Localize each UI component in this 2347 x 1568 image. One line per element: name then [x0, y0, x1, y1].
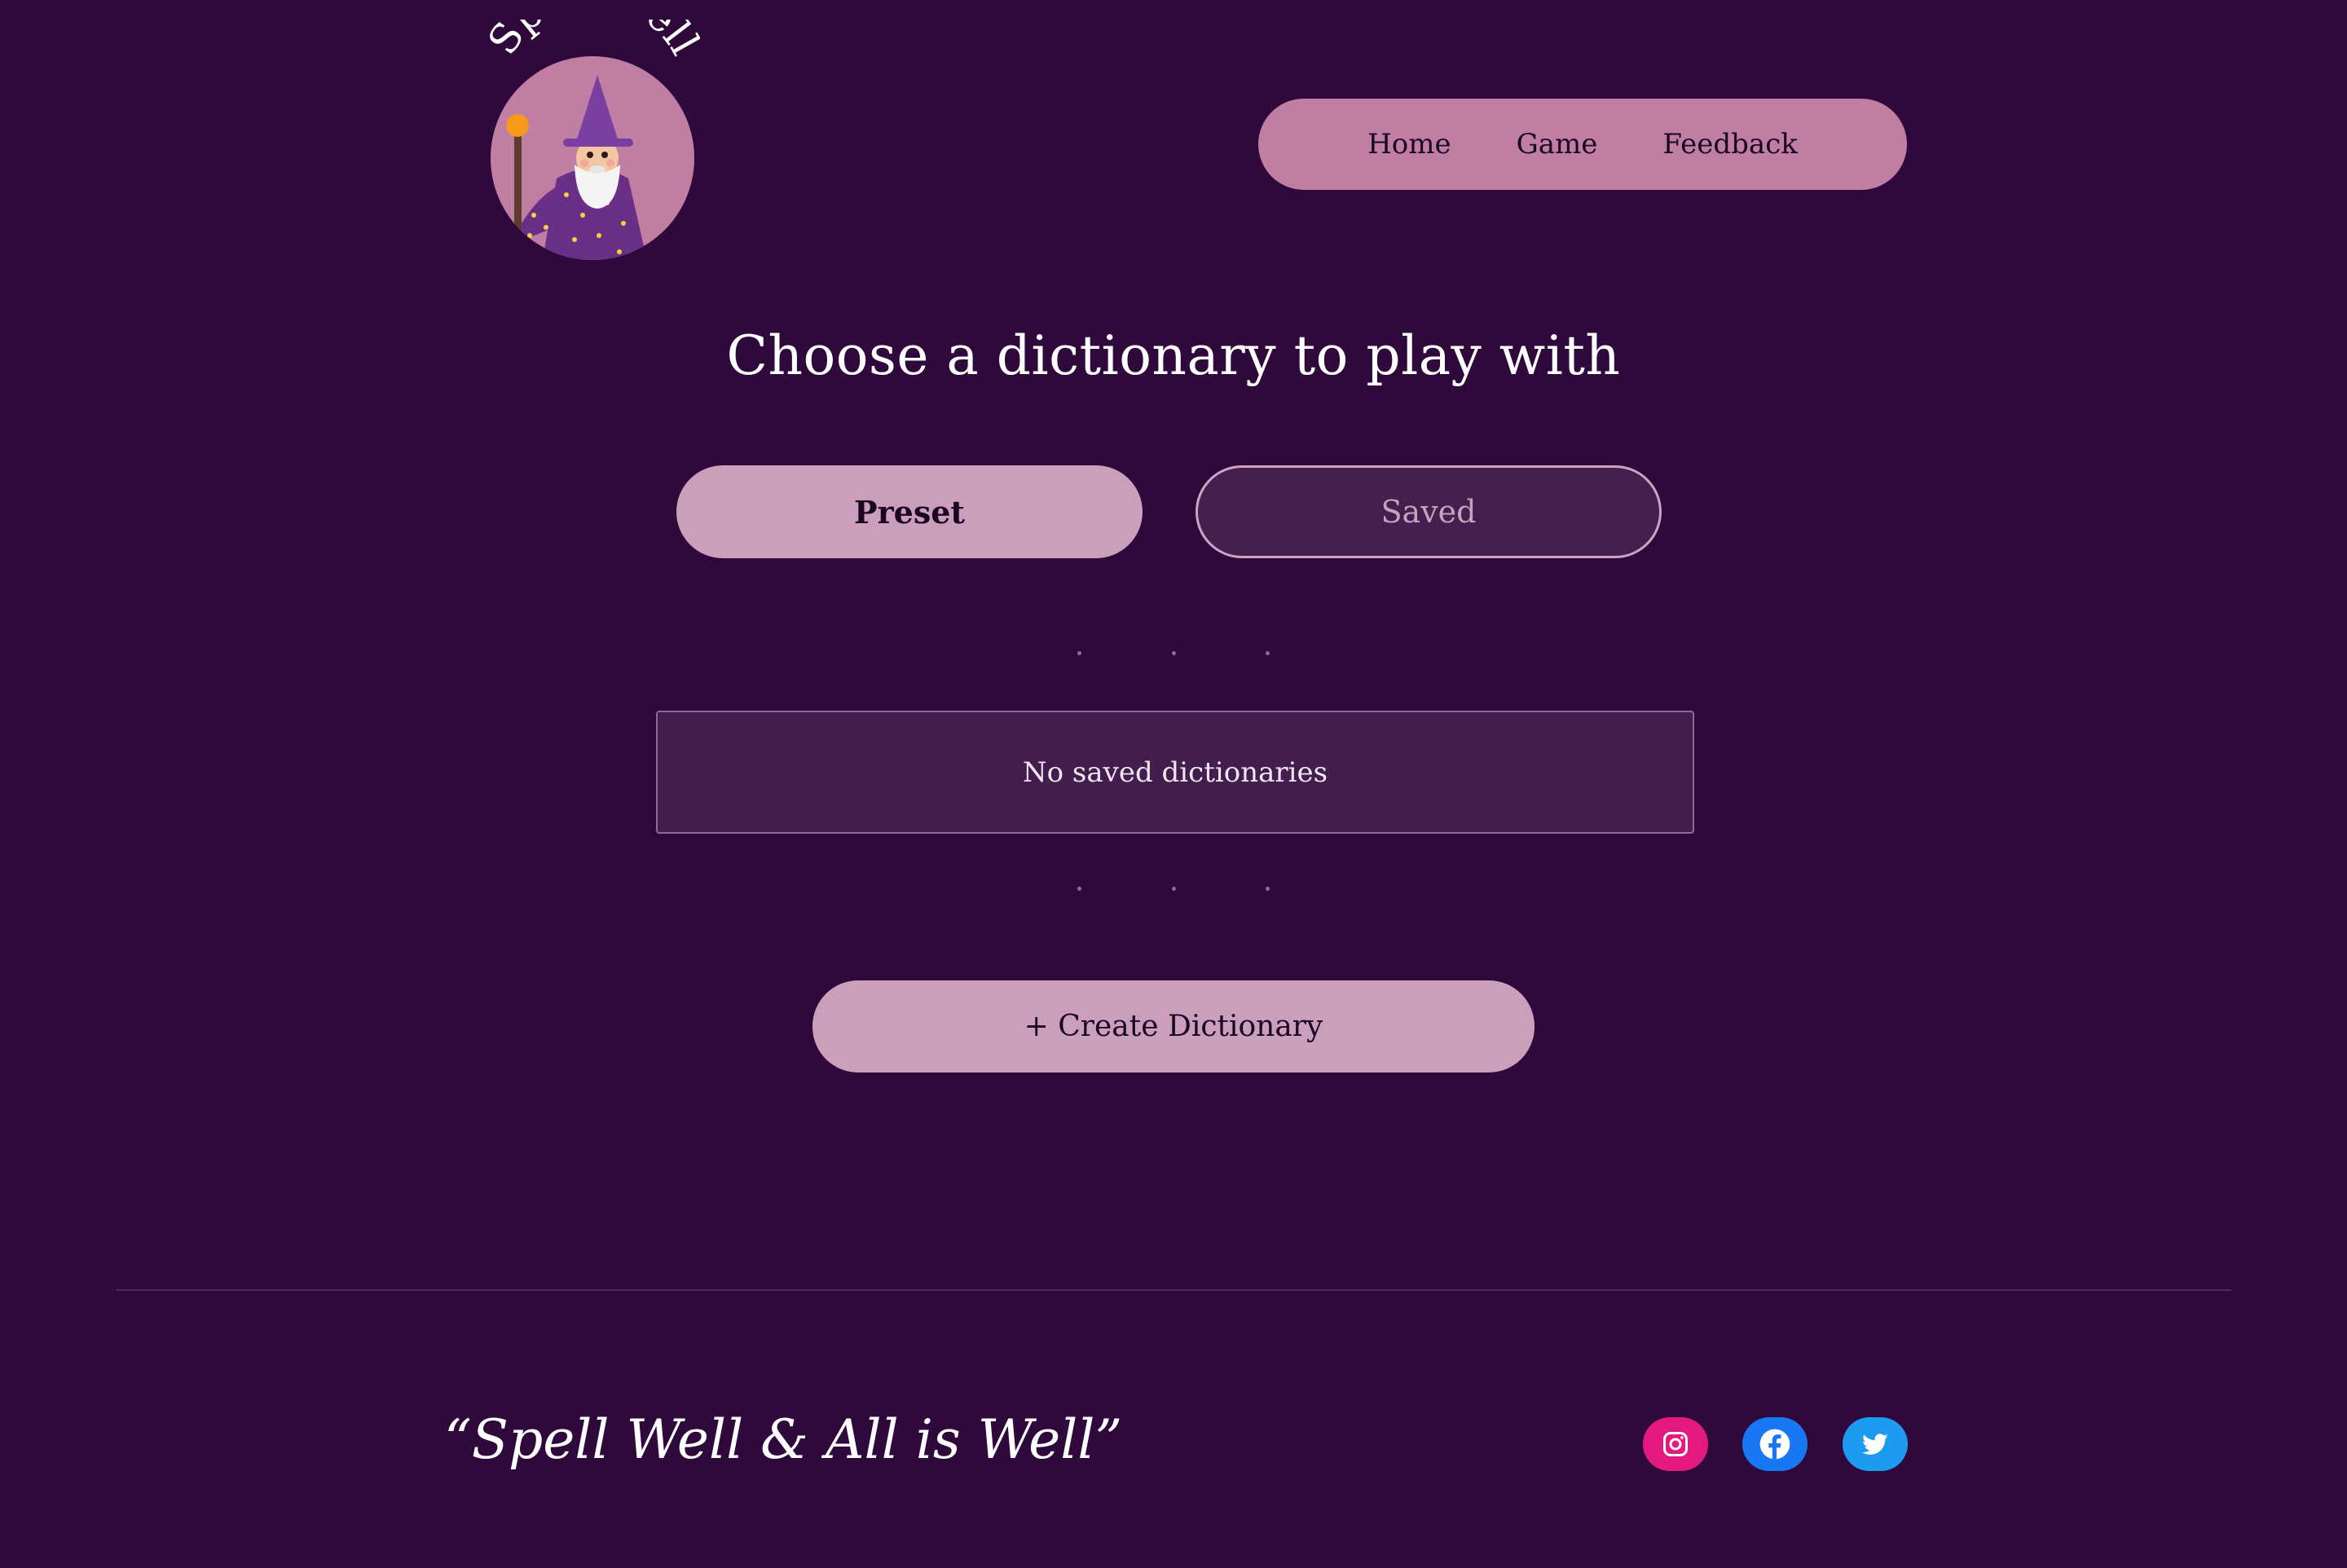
main-nav: Home Game Feedback — [1258, 99, 1907, 190]
nav-game-link[interactable]: Game — [1517, 128, 1598, 161]
preset-tab-button[interactable]: Preset — [676, 465, 1143, 558]
page-title: Choose a dictionary to play with — [726, 324, 1621, 387]
instagram-icon — [1663, 1432, 1688, 1456]
twitter-link[interactable] — [1843, 1417, 1908, 1471]
footer-tagline: “Spell Well & All is Well” — [444, 1408, 1123, 1471]
saved-dictionaries-panel: No saved dictionaries — [656, 711, 1694, 834]
nav-feedback-link[interactable]: Feedback — [1662, 128, 1797, 161]
separator-dot — [1077, 650, 1081, 655]
facebook-link[interactable] — [1742, 1417, 1808, 1471]
facebook-icon — [1759, 1429, 1790, 1460]
separator-dot — [1266, 650, 1270, 655]
footer-divider — [117, 1289, 2231, 1291]
separator-dots-top — [1076, 650, 1271, 656]
site-logo[interactable]: Spell Well — [485, 20, 700, 264]
separator-dot — [1077, 886, 1081, 891]
create-dictionary-button[interactable]: + Create Dictionary — [812, 980, 1535, 1072]
saved-tab-button[interactable]: Saved — [1196, 465, 1662, 558]
wizard-logo-icon: Spell Well — [485, 20, 700, 260]
separator-dot — [1266, 886, 1270, 891]
separator-dot — [1171, 886, 1176, 891]
twitter-icon — [1861, 1434, 1888, 1455]
separator-dot — [1171, 650, 1176, 655]
nav-home-link[interactable]: Home — [1367, 128, 1451, 161]
empty-state-message: No saved dictionaries — [1022, 755, 1328, 789]
separator-dots-bottom — [1076, 885, 1271, 892]
instagram-link[interactable] — [1643, 1417, 1708, 1471]
